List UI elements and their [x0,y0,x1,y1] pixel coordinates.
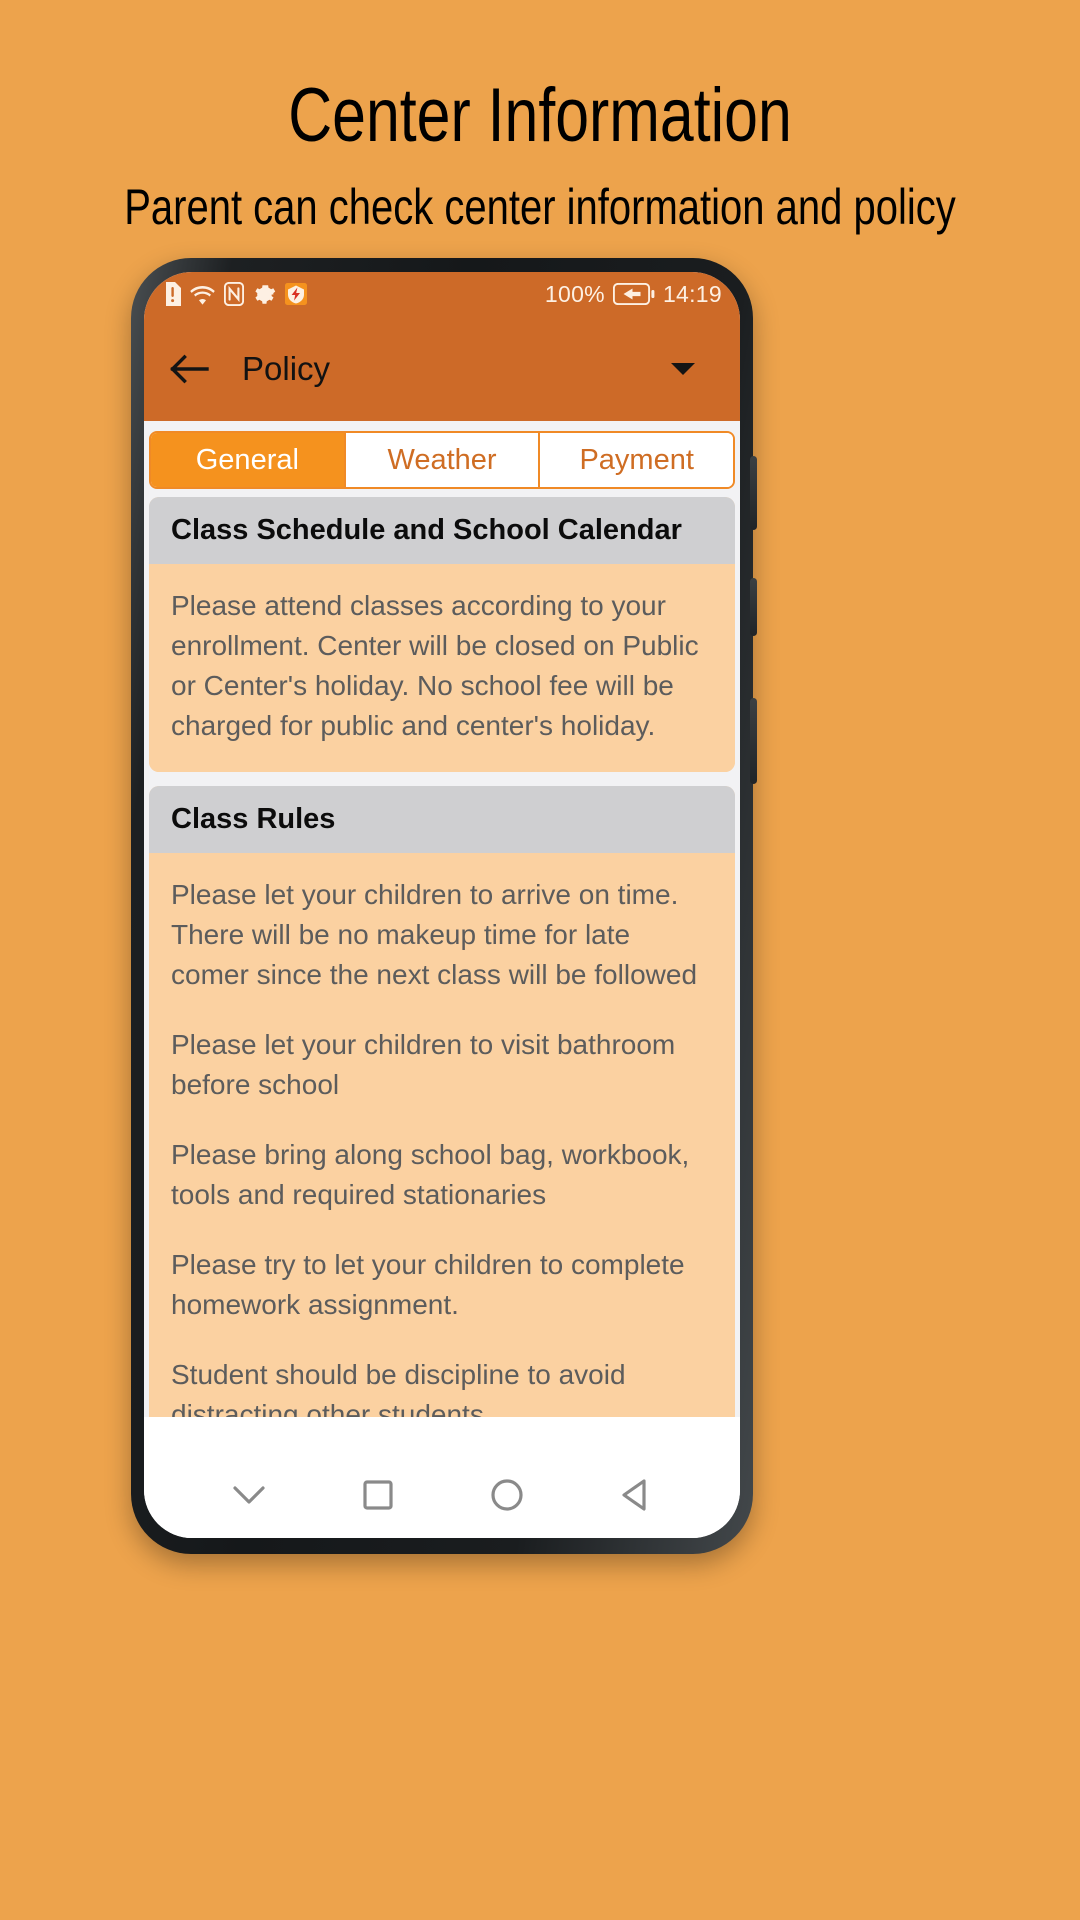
section-body: Please let your children to arrive on ti… [149,853,735,1417]
battery-charging-icon [612,283,655,305]
policy-section-card: Class Rules Please let your children to … [149,786,735,1417]
tab-general[interactable]: General [151,433,346,487]
settings-gear-icon [253,283,276,306]
policy-paragraph: Please let your children to visit bathro… [171,1029,676,1100]
section-header: Class Rules [149,786,735,853]
page-title: Center Information [288,73,792,158]
tab-payment-label: Payment [579,443,694,476]
chevron-down-icon[interactable] [229,1482,269,1508]
tab-weather[interactable]: Weather [345,433,541,487]
volume-up-button[interactable] [750,578,757,636]
power-button[interactable] [750,456,757,530]
policy-scroll-area[interactable]: Class Schedule and School Calendar Pleas… [144,497,740,1417]
policy-paragraph: Please bring along school bag, workbook,… [171,1139,690,1210]
tab-general-label: General [195,443,299,476]
triangle-left-icon[interactable] [616,1475,656,1515]
caret-down-icon[interactable] [670,361,696,377]
tab-payment[interactable]: Payment [540,433,733,487]
wifi-icon [190,283,215,305]
status-bar-left-icons [164,282,307,306]
tab-strip: General Weather Payment [144,421,740,497]
section-header: Class Schedule and School Calendar [149,497,735,564]
square-icon[interactable] [358,1475,398,1515]
policy-paragraph: Student should be discipline to avoid di… [171,1359,626,1417]
status-bar-right: 100% 14:19 [545,281,722,308]
section-body: Please attend classes according to your … [149,564,735,772]
clock-label: 14:19 [662,280,722,307]
arrow-left-icon[interactable] [168,354,210,384]
status-bar: 100% 14:19 [144,272,740,316]
page-subtitle: Parent can check center information and … [124,179,956,235]
sim-alert-icon [164,282,181,306]
policy-paragraph: Please try to let your children to compl… [171,1249,685,1320]
tab-weather-label: Weather [387,443,497,476]
phone-mockup: 100% 14:19 Policy General Weather Paymen… [131,258,757,1554]
nfc-icon [224,282,244,306]
app-bar-title: Policy [242,349,331,387]
volume-down-button[interactable] [750,698,757,784]
circle-icon[interactable] [487,1475,527,1515]
battery-percent-label: 100% [544,280,605,307]
app-bar: Policy [144,316,740,421]
system-nav-bar [144,1452,740,1538]
promo-header: Center Information Parent can check cent… [0,0,1080,236]
app-notification-icon [285,283,307,305]
phone-screen: 100% 14:19 Policy General Weather Paymen… [144,272,740,1538]
policy-paragraph: Please attend classes according to your … [171,590,699,741]
policy-paragraph: Please let your children to arrive on ti… [171,879,698,990]
policy-section-card: Class Schedule and School Calendar Pleas… [149,497,735,772]
